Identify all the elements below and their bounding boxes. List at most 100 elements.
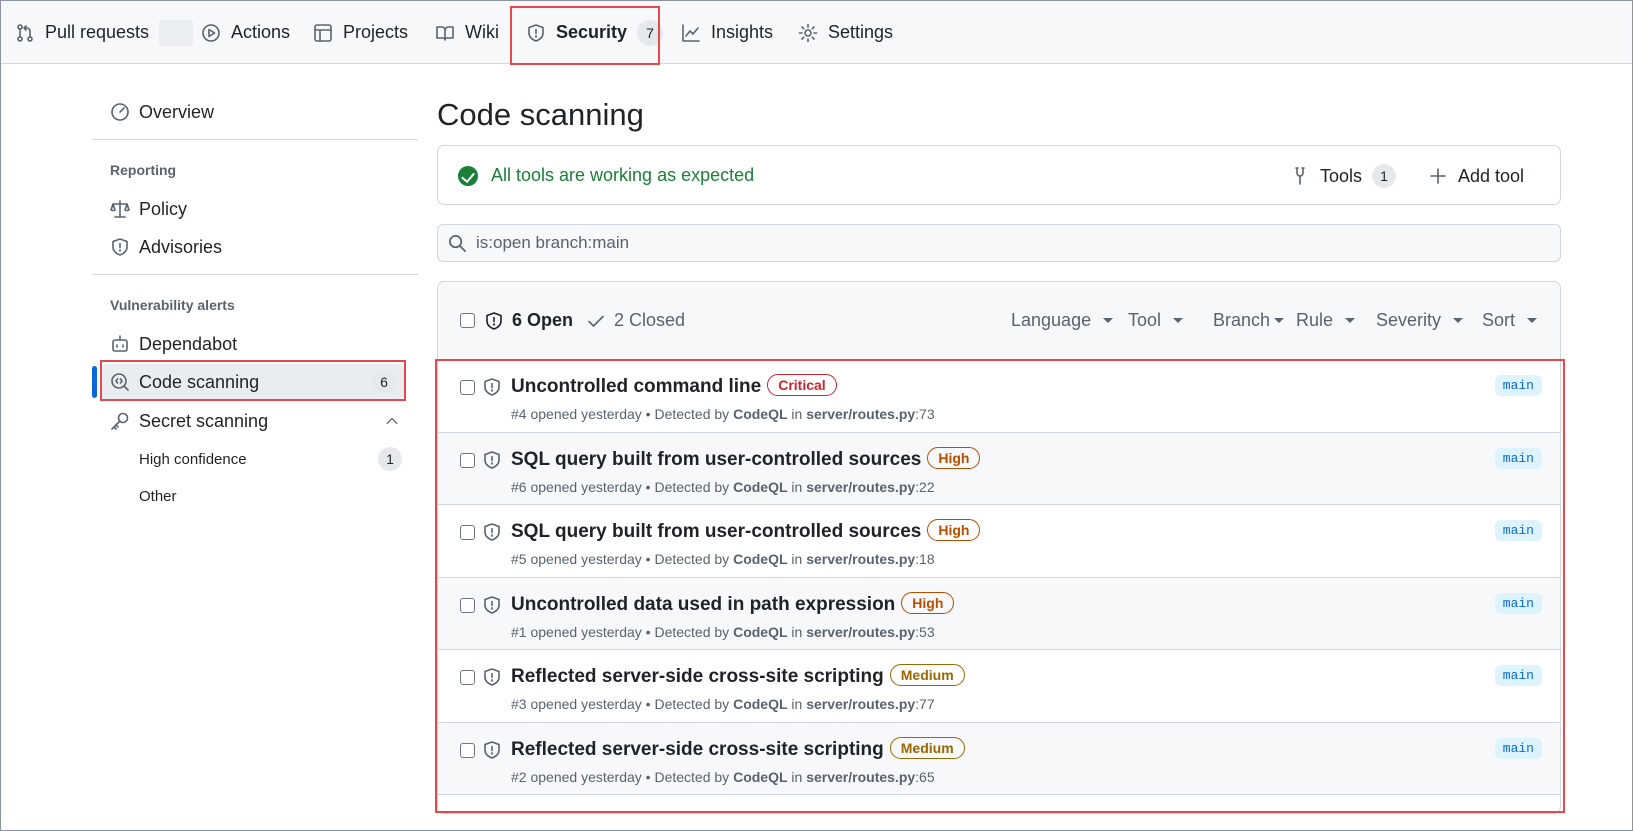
alert-meta: #3 opened yesterday • Detected by CodeQL… (511, 696, 935, 712)
alert-tool: CodeQL (733, 478, 788, 495)
status-text: All tools are working as expected (491, 165, 755, 185)
active-indicator (92, 366, 97, 398)
select-all-checkbox[interactable] (460, 313, 475, 328)
alert-in-label: in (791, 551, 803, 567)
alert-line: :18 (915, 551, 935, 567)
sidebar-item-overview[interactable]: Overview (92, 94, 418, 130)
caret-down-icon (1345, 318, 1356, 323)
alert-title[interactable]: Reflected server-side cross-site scripti… (511, 736, 965, 761)
sidebar-item-code-scanning[interactable]: Code scanning 6 (100, 364, 404, 400)
alert-checkbox[interactable] (460, 525, 475, 540)
branch-label[interactable]: main (1494, 665, 1542, 686)
sidebar-item-label: Policy (139, 198, 188, 219)
filter-label: Sort (1482, 310, 1516, 330)
graph-icon (682, 23, 700, 42)
chevron-up-icon[interactable] (384, 413, 400, 429)
shield-icon (528, 23, 544, 42)
filter-branch[interactable]: Branch (1213, 310, 1285, 331)
search-icon (449, 235, 466, 252)
alert-title[interactable]: Reflected server-side cross-site scripti… (511, 664, 965, 688)
alert-path: server/routes.py (806, 623, 916, 640)
sidebar-item-dependabot[interactable]: Dependabot (92, 326, 418, 362)
tab-security[interactable]: Security 7 (526, 1, 664, 64)
alert-title[interactable]: SQL query built from user-controlled sou… (511, 519, 981, 543)
alert-tool: CodeQL (733, 696, 788, 712)
tab-label: Actions (231, 22, 291, 42)
branch-label[interactable]: main (1494, 592, 1542, 614)
closed-filter[interactable]: 2 Closed (586, 310, 685, 331)
sidebar-item-label: Overview (139, 101, 215, 122)
alert-detected-by-label: Detected by (654, 551, 730, 567)
tab-projects[interactable]: Projects (313, 1, 408, 64)
shield-icon (482, 377, 502, 402)
sidebar-item-policy[interactable]: Policy (92, 191, 418, 227)
branch-label[interactable]: main (1494, 447, 1542, 469)
tab-pull-requests[interactable]: Pull requests (15, 1, 194, 64)
add-tool-button[interactable]: Add tool (1428, 160, 1524, 192)
alert-row[interactable]: Uncontrolled command line Critical #4 ope… (438, 360, 1560, 433)
alert-checkbox[interactable] (460, 380, 475, 395)
alert-row[interactable]: SQL query built from user-controlled sou… (438, 505, 1560, 578)
tab-actions[interactable]: Actions (201, 1, 290, 64)
search-input[interactable] (476, 225, 1546, 261)
open-count-label: 6 Open (512, 310, 574, 330)
add-tool-label: Add tool (1458, 165, 1525, 186)
sidebar-item-advisories[interactable]: Advisories (92, 229, 418, 265)
alert-checkbox[interactable] (460, 452, 475, 468)
alert-row[interactable]: SQL query built from user-controlled sou… (438, 432, 1560, 505)
alert-title-text: Uncontrolled command line (511, 376, 762, 397)
closed-count-label: 2 Closed (614, 310, 686, 330)
tools-counter: 1 (1372, 164, 1397, 188)
filter-label: Tool (1128, 310, 1162, 330)
shield-icon (482, 595, 502, 620)
alert-checkbox[interactable] (460, 742, 475, 758)
alert-tool: CodeQL (733, 623, 788, 640)
tab-insights[interactable]: Insights (681, 1, 773, 64)
alert-title[interactable]: SQL query built from user-controlled sou… (511, 446, 981, 471)
filter-rule[interactable]: Rule (1296, 310, 1356, 331)
shield-icon (482, 450, 502, 475)
alert-row[interactable]: Reflected server-side cross-site scripti… (438, 722, 1560, 795)
alert-title-text: Reflected server-side cross-site scripti… (511, 738, 884, 760)
alert-checkbox[interactable] (460, 670, 475, 685)
sidebar-item-secret-scanning[interactable]: Secret scanning (92, 403, 418, 439)
sidebar-item-other[interactable]: Other (92, 478, 418, 514)
alert-in-label: in (791, 623, 803, 640)
alert-line: :65 (915, 768, 935, 785)
git-pull-request-icon (17, 23, 33, 42)
alert-row[interactable]: Reflected server-side cross-site scripti… (438, 650, 1560, 723)
sidebar-item-high-confidence[interactable]: High confidence 1 (92, 441, 418, 477)
alert-meta: #6 opened yesterday • Detected by CodeQL… (511, 478, 935, 495)
branch-label[interactable]: main (1494, 737, 1542, 759)
branch-label[interactable]: main (1494, 375, 1542, 396)
filter-sort[interactable]: Sort (1482, 310, 1538, 331)
filter-severity[interactable]: Severity (1376, 310, 1464, 331)
tab-wiki[interactable]: Wiki (435, 1, 499, 64)
caret-down-icon (1527, 318, 1538, 323)
alert-tool: CodeQL (733, 768, 788, 785)
filter-label: Branch (1213, 310, 1271, 330)
filter-tool[interactable]: Tool (1128, 310, 1184, 331)
caret-down-icon (1173, 318, 1184, 323)
alert-tool: CodeQL (733, 406, 788, 422)
tab-label: Projects (343, 22, 409, 42)
alert-line: :53 (915, 623, 935, 640)
alert-title[interactable]: Uncontrolled command line Critical (511, 374, 837, 398)
shield-icon (112, 238, 128, 256)
branch-label[interactable]: main (1494, 520, 1542, 541)
play-icon (202, 23, 220, 42)
alert-meta: #1 opened yesterday • Detected by CodeQL… (511, 623, 935, 640)
alert-checkbox[interactable] (460, 597, 475, 613)
alert-row[interactable]: Uncontrolled data used in path expressio… (438, 577, 1560, 650)
open-filter[interactable]: 6 Open (484, 310, 573, 331)
alert-number: #4 (511, 406, 527, 422)
alert-title[interactable]: Uncontrolled data used in path expressio… (511, 591, 955, 616)
gear-icon (798, 23, 818, 42)
tools-label: Tools (1320, 165, 1363, 186)
severity-label: Medium (889, 664, 965, 686)
tools-button[interactable]: Tools 1 (1290, 160, 1397, 192)
tab-settings[interactable]: Settings (798, 1, 893, 64)
plus-icon (1430, 168, 1446, 184)
tab-label: Settings (828, 22, 894, 42)
filter-language[interactable]: Language (1011, 310, 1114, 331)
